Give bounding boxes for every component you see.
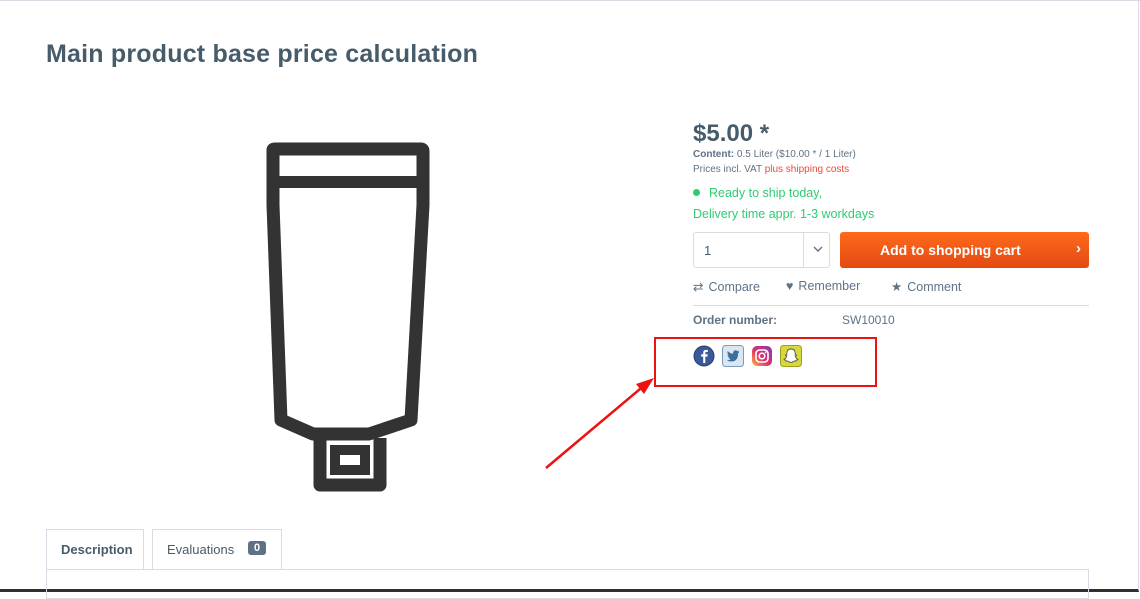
base-price: Content: 0.5 Liter ($10.00 * / 1 Liter) [693,149,856,160]
evaluations-count-badge: 0 [248,541,267,555]
content-label: Content: [693,149,735,160]
vat-info: Prices incl. VAT plus shipping costs [693,164,849,175]
page-title: Main product base price calculation [46,40,479,68]
remember-link[interactable]: ♥ Remember [786,279,860,293]
content-value: 0.5 Liter ($10.00 * / 1 Liter) [736,149,856,160]
tab-description[interactable]: Description [46,529,144,569]
order-number-row: Order number: SW10010 [693,313,895,327]
compare-link[interactable]: ⇄ Compare [693,279,760,294]
delivery-status: Ready to ship today, [709,186,823,200]
tab-evaluations[interactable]: Evaluations 0 [152,529,282,569]
compare-icon: ⇄ [693,280,704,294]
product-actions: ⇄ Compare ♥ Remember ★ Comment [693,279,1089,306]
tube-band [279,176,417,188]
delivery-time: Delivery time appr. 1-3 workdays [693,207,875,221]
product-price: $5.00 * [693,120,770,147]
tab-evaluations-label: Evaluations [167,542,235,557]
vat-text: Prices incl. VAT [693,164,762,175]
product-image-tube[interactable] [175,120,535,500]
annotation-highlight-box [654,337,877,387]
tab-description-label: Description [61,542,133,557]
tube-nozzle-hole [330,445,370,475]
annotation-arrow [545,378,654,469]
delivery-info: Ready to ship today, Delivery time appr.… [693,183,874,225]
quantity-divider [803,233,804,267]
quantity-value: 1 [704,243,712,258]
chevron-down-icon[interactable] [813,244,823,254]
heart-icon: ♥ [786,279,794,293]
shipping-costs-link[interactable]: plus shipping costs [765,164,850,175]
comment-link[interactable]: ★ Comment [891,279,961,294]
remember-label: Remember [798,279,861,293]
tab-content-panel [46,569,1089,599]
order-number-value: SW10010 [842,313,895,327]
order-number-label: Order number: [693,313,778,327]
chevron-right-icon: › [1076,240,1081,257]
add-to-cart-button[interactable]: Add to shopping cart › [840,232,1089,268]
delivery-status-dot-icon [693,189,700,196]
compare-label: Compare [708,280,760,294]
add-to-cart-label: Add to shopping cart [880,242,1021,258]
star-icon: ★ [891,280,903,294]
quantity-select[interactable]: 1 [693,232,830,268]
tube-body [266,142,430,441]
comment-label: Comment [907,280,962,294]
